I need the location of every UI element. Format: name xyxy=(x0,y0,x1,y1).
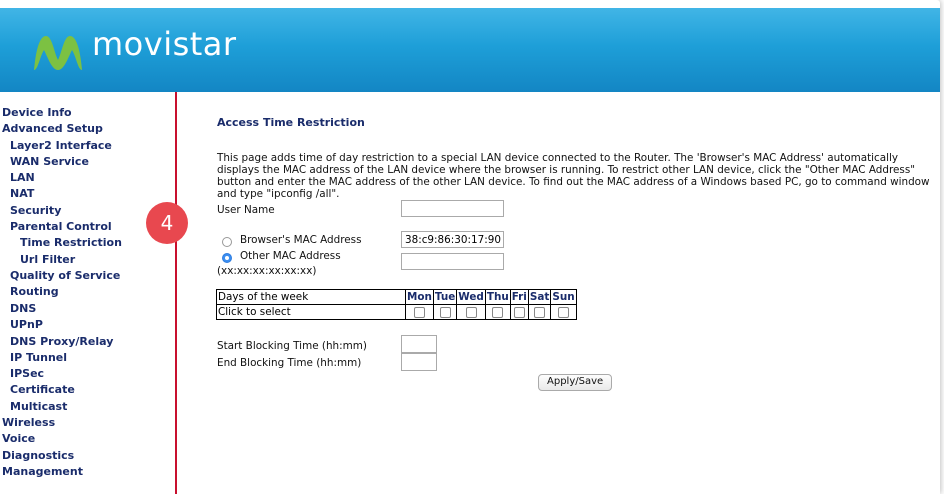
day-checkbox-thu[interactable] xyxy=(492,306,504,318)
user-name-label: User Name xyxy=(217,204,275,216)
sidebar-item-voice[interactable]: Voice xyxy=(2,432,35,445)
day-header-tue: Tue xyxy=(432,289,458,305)
day-checkbox-mon[interactable] xyxy=(413,306,425,318)
day-checkbox-tue[interactable] xyxy=(439,306,451,318)
day-header-fri: Fri xyxy=(509,289,529,305)
sidebar-item-layer2-interface[interactable]: Layer2 Interface xyxy=(10,139,112,152)
days-select-label: Click to select xyxy=(216,304,406,320)
other-mac-radio[interactable] xyxy=(222,253,232,263)
sidebar-item-wan-service[interactable]: WAN Service xyxy=(10,155,89,168)
sidebar-item-nat[interactable]: NAT xyxy=(10,187,34,200)
day-header-thu: Thu xyxy=(484,289,511,305)
step-badge: 4 xyxy=(146,202,188,244)
sidebar-item-wireless[interactable]: Wireless xyxy=(2,416,55,429)
start-time-label: Start Blocking Time (hh:mm) xyxy=(217,340,367,352)
day-checkbox-sun[interactable] xyxy=(557,306,569,318)
movistar-logo-icon xyxy=(34,36,82,70)
header-banner: movistar xyxy=(0,8,940,92)
sidebar-item-quality-of-service[interactable]: Quality of Service xyxy=(10,269,120,282)
day-header-wed: Wed xyxy=(456,289,486,305)
sidebar-item-parental-control[interactable]: Parental Control xyxy=(10,220,112,233)
day-checkbox-wed[interactable] xyxy=(465,306,477,318)
apply-save-button[interactable]: Apply/Save xyxy=(538,374,613,391)
sidebar-item-routing[interactable]: Routing xyxy=(10,285,59,298)
sidebar-item-management[interactable]: Management xyxy=(2,465,83,478)
sidebar-item-ipsec[interactable]: IPSec xyxy=(10,367,44,380)
start-time-input[interactable] xyxy=(401,335,437,353)
other-mac-input[interactable] xyxy=(401,253,504,270)
browser-mac-label: Browser's MAC Address xyxy=(240,234,362,246)
sidebar-item-url-filter[interactable]: Url Filter xyxy=(20,253,75,266)
sidebar-nav: Device Info Advanced Setup Layer2 Interfac… xyxy=(0,106,172,494)
sidebar-item-dns[interactable]: DNS xyxy=(10,302,36,315)
sidebar-item-ip-tunnel[interactable]: IP Tunnel xyxy=(10,351,67,364)
day-header-sat: Sat xyxy=(527,289,552,305)
browser-mac-radio[interactable] xyxy=(222,237,232,247)
router-window: movistar Device Info Advanced Setup Layer2… xyxy=(0,0,940,494)
other-mac-label: Other MAC Address xyxy=(240,250,341,262)
end-time-label: End Blocking Time (hh:mm) xyxy=(217,357,362,369)
page-description: This page adds time of day restriction t… xyxy=(217,152,930,200)
day-checkbox-fri[interactable] xyxy=(513,306,525,318)
sidebar-item-advanced-setup[interactable]: Advanced Setup xyxy=(2,122,103,135)
day-header-sun: Sun xyxy=(550,289,577,305)
brand-name: movistar xyxy=(92,25,237,63)
sidebar-item-multicast[interactable]: Multicast xyxy=(10,400,67,413)
day-checkbox-sat[interactable] xyxy=(534,306,546,318)
page-title: Access Time Restriction xyxy=(217,116,365,129)
days-table: Days of the week Mon Tue Wed Thu Fri Sat… xyxy=(216,289,577,320)
sidebar-item-dns-proxy-relay[interactable]: DNS Proxy/Relay xyxy=(10,335,113,348)
other-mac-format-hint: (xx:xx:xx:xx:xx:xx) xyxy=(217,265,317,277)
days-header-label: Days of the week xyxy=(216,289,406,305)
days-select-row: Click to select xyxy=(216,304,577,320)
user-name-input[interactable] xyxy=(401,200,504,217)
sidebar-item-upnp[interactable]: UPnP xyxy=(10,318,43,331)
sidebar-item-time-restriction[interactable]: Time Restriction xyxy=(20,236,122,249)
sidebar-item-device-info[interactable]: Device Info xyxy=(2,106,72,119)
days-header-row: Days of the week Mon Tue Wed Thu Fri Sat… xyxy=(216,289,577,305)
end-time-input[interactable] xyxy=(401,353,437,371)
sidebar-item-security[interactable]: Security xyxy=(10,204,61,217)
sidebar-item-certificate[interactable]: Certificate xyxy=(10,383,75,396)
sidebar-divider xyxy=(175,92,177,494)
day-header-mon: Mon xyxy=(405,289,434,305)
sidebar-item-lan[interactable]: LAN xyxy=(10,171,35,184)
sidebar-item-diagnostics[interactable]: Diagnostics xyxy=(2,449,74,462)
browser-mac-field: 38:c9:86:30:17:90 xyxy=(401,231,504,248)
